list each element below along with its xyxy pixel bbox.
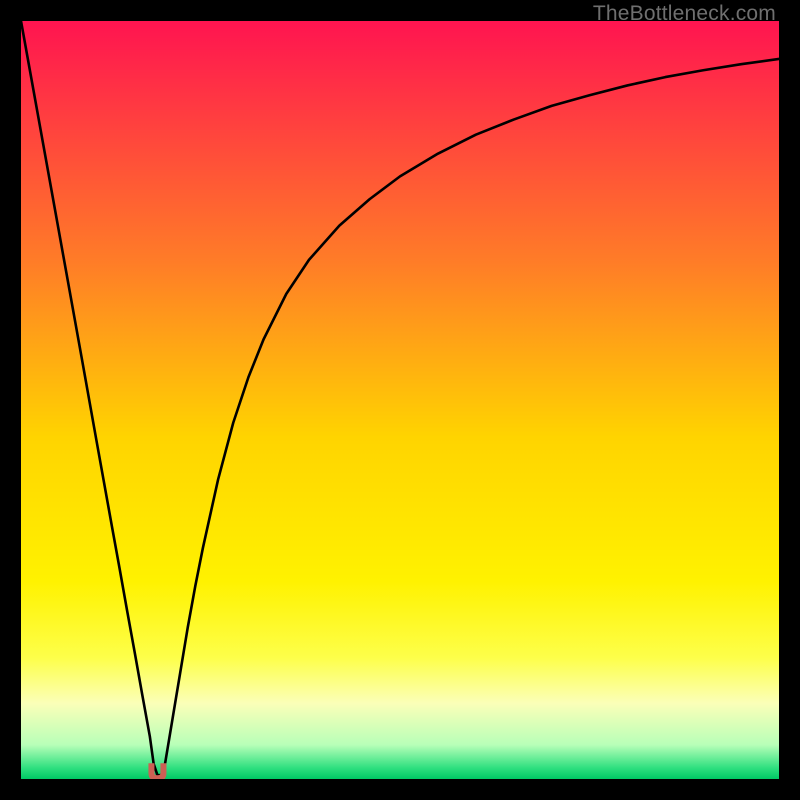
chart-frame xyxy=(21,21,779,779)
bottleneck-chart xyxy=(21,21,779,779)
gradient-background xyxy=(21,21,779,779)
